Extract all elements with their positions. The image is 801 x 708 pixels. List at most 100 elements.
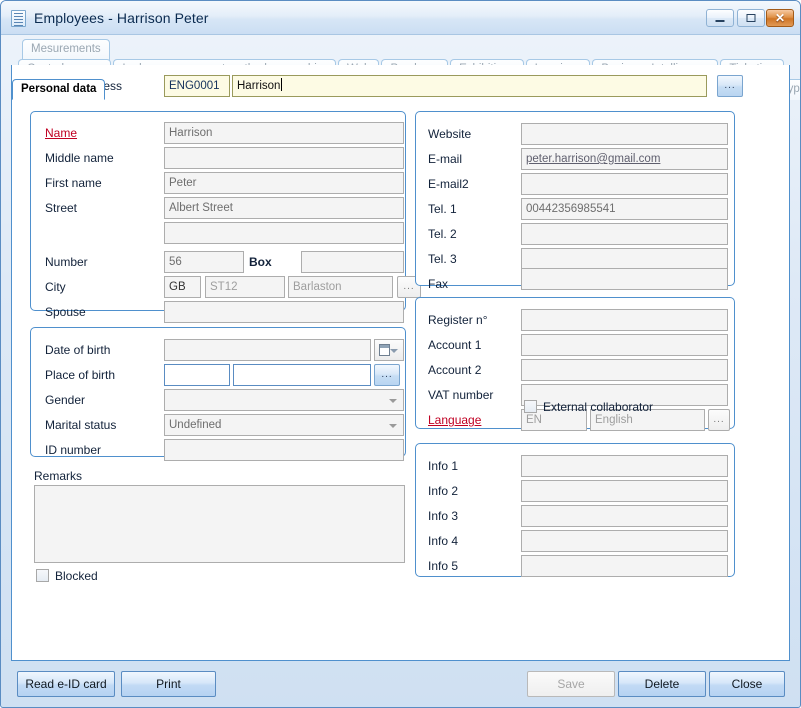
existing-address-browse-button[interactable]: ...	[717, 75, 743, 97]
street-input[interactable]: Albert Street	[164, 197, 404, 219]
external-collaborator-label: External collaborator	[543, 400, 653, 414]
info2-label: Info 2	[428, 484, 458, 498]
country-code-input[interactable]: GB	[164, 276, 201, 298]
blocked-checkbox[interactable]: Blocked	[36, 569, 98, 583]
minimize-button[interactable]	[706, 9, 734, 27]
account2-input[interactable]	[521, 359, 728, 381]
date-of-birth-input[interactable]	[164, 339, 371, 361]
email2-input[interactable]	[521, 173, 728, 195]
chevron-down-icon	[385, 416, 402, 434]
print-button[interactable]: Print	[121, 671, 216, 697]
close-button[interactable]: Close	[709, 671, 785, 697]
register-number-input[interactable]	[521, 309, 728, 331]
gender-select[interactable]	[164, 389, 404, 411]
checkbox-box	[36, 569, 49, 582]
info5-input[interactable]	[521, 555, 728, 577]
checkbox-box	[524, 400, 537, 413]
existing-address-name-value: Harrison	[237, 80, 280, 92]
language-label-link[interactable]: Language	[428, 413, 481, 427]
existing-address-code-input[interactable]: ENG0001	[164, 75, 230, 97]
calendar-icon	[379, 344, 390, 356]
city-input[interactable]: Barlaston	[288, 276, 393, 298]
close-window-button[interactable]: ✕	[766, 9, 794, 27]
marital-status-select[interactable]: Undefined	[164, 414, 404, 436]
chevron-down-icon	[385, 391, 402, 409]
street-label: Street	[45, 201, 77, 215]
account1-label: Account 1	[428, 338, 481, 352]
window-title-bar: Employees - Harrison Peter ✕	[1, 1, 800, 35]
tel1-label: Tel. 1	[428, 202, 457, 216]
middle-name-label: Middle name	[45, 151, 114, 165]
tel3-input[interactable]	[521, 248, 728, 270]
info3-input[interactable]	[521, 505, 728, 527]
email-label: E-mail	[428, 152, 462, 166]
info3-label: Info 3	[428, 509, 458, 523]
tel2-input[interactable]	[521, 223, 728, 245]
spouse-label: Spouse	[45, 305, 86, 319]
info4-label: Info 4	[428, 534, 458, 548]
name-group-box: Name Harrison Middle name First name Pet…	[30, 111, 406, 311]
tab-row-1: Mesurements	[1, 39, 112, 60]
id-number-input[interactable]	[164, 439, 404, 461]
register-number-label: Register n°	[428, 313, 488, 327]
number-label: Number	[45, 255, 88, 269]
chevron-down-icon	[390, 349, 398, 353]
name-input[interactable]: Harrison	[164, 122, 404, 144]
calendar-picker-button[interactable]	[374, 339, 404, 361]
info1-input[interactable]	[521, 455, 728, 477]
info4-input[interactable]	[521, 530, 728, 552]
marital-status-value: Undefined	[169, 419, 221, 431]
info2-input[interactable]	[521, 480, 728, 502]
first-name-input[interactable]: Peter	[164, 172, 404, 194]
website-input[interactable]	[521, 123, 728, 145]
id-number-label: ID number	[45, 443, 101, 457]
name-label-link[interactable]: Name	[45, 126, 77, 140]
language-browse-button[interactable]: ...	[708, 409, 730, 431]
info5-label: Info 5	[428, 559, 458, 573]
marital-status-label: Marital status	[45, 418, 116, 432]
city-label: City	[45, 280, 66, 294]
tel3-label: Tel. 3	[428, 252, 457, 266]
text-caret	[281, 78, 282, 91]
remarks-label: Remarks	[34, 469, 82, 483]
street-line2-input[interactable]	[164, 222, 404, 244]
existing-address-name-input[interactable]: Harrison	[232, 75, 707, 97]
document-list-icon	[11, 10, 26, 27]
info1-label: Info 1	[428, 459, 458, 473]
place-of-birth-input[interactable]	[233, 364, 371, 386]
tel2-label: Tel. 2	[428, 227, 457, 241]
postcode-input[interactable]: ST12	[205, 276, 285, 298]
external-collaborator-checkbox[interactable]: External collaborator	[524, 400, 653, 414]
date-of-birth-label: Date of birth	[45, 343, 110, 357]
tab-mesurements[interactable]: Mesurements	[22, 39, 110, 60]
place-of-birth-browse-button[interactable]: ...	[374, 364, 400, 386]
contact-group-box: Website E-mail peter.harrison@gmail.com …	[415, 111, 735, 286]
account2-label: Account 2	[428, 363, 481, 377]
box-label: Box	[249, 255, 272, 269]
remarks-textarea[interactable]	[34, 485, 405, 563]
middle-name-input[interactable]	[164, 147, 404, 169]
blocked-label: Blocked	[55, 569, 98, 583]
number-input[interactable]: 56	[164, 251, 244, 273]
tel1-input[interactable]: 00442356985541	[521, 198, 728, 220]
save-button[interactable]: Save	[527, 671, 615, 697]
website-label: Website	[428, 127, 471, 141]
vat-number-label: VAT number	[428, 388, 493, 402]
read-eid-card-button[interactable]: Read e-ID card	[17, 671, 115, 697]
tab-personal-data[interactable]: Personal data	[12, 79, 105, 100]
delete-button[interactable]: Delete	[618, 671, 706, 697]
personal-data-panel: Existing address ENG0001 Harrison ... Na…	[11, 65, 790, 661]
spouse-input[interactable]	[164, 301, 404, 323]
window-title: Employees - Harrison Peter	[34, 10, 209, 26]
place-of-birth-code-input[interactable]	[164, 364, 230, 386]
administration-group-box: Register n° Account 1 Account 2 VAT numb…	[415, 297, 735, 429]
fax-input[interactable]	[521, 268, 728, 290]
birth-group-box: Date of birth Place of birth ... Gender	[30, 327, 406, 457]
dialog-button-bar: Read e-ID card Print Save Delete Close	[1, 661, 800, 707]
email-input[interactable]: peter.harrison@gmail.com	[521, 148, 728, 170]
account1-input[interactable]	[521, 334, 728, 356]
box-input[interactable]	[301, 251, 404, 273]
maximize-button[interactable]	[737, 9, 765, 27]
fax-label: Fax	[428, 277, 448, 291]
close-icon: ✕	[775, 12, 785, 24]
